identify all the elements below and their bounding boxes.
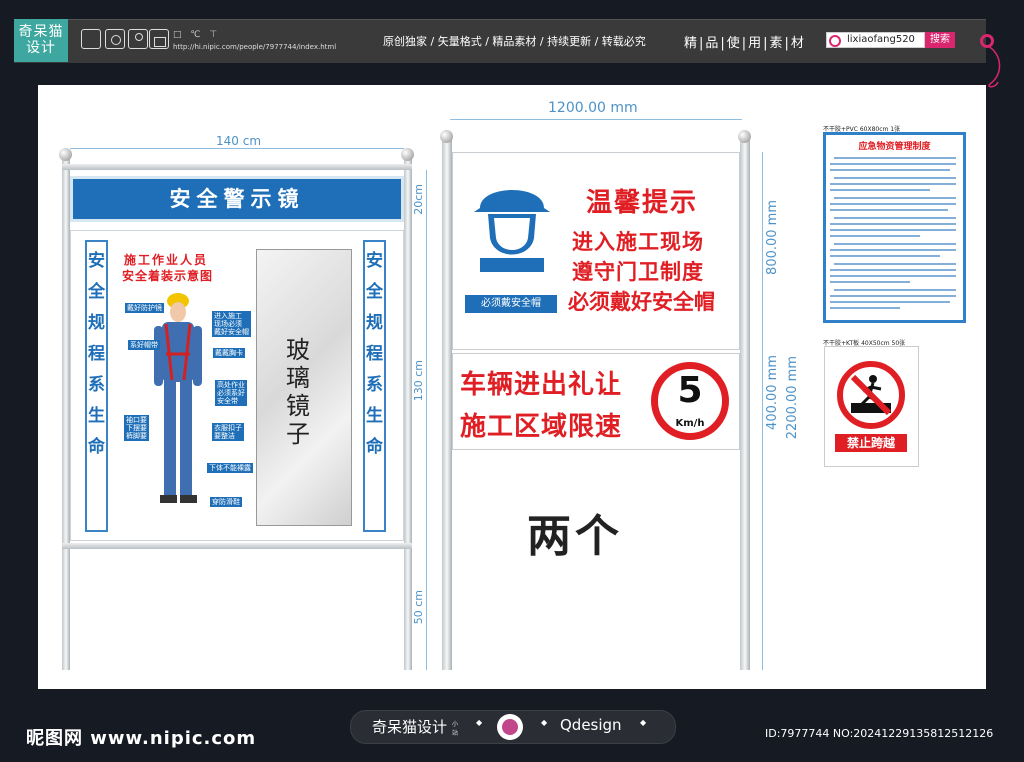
tag-string-icon [987, 45, 1001, 88]
slogan-char: 程 [366, 344, 383, 364]
dimension-50: 50 cm [412, 590, 425, 625]
callout-helmet: 进入施工 现场必须 戴好安全帽 [212, 311, 251, 337]
dimension-line-vertical [762, 152, 763, 670]
dimension-400: 400.00 mm [765, 355, 780, 430]
sign-pole-left [442, 140, 452, 670]
person-icon[interactable] [128, 29, 148, 49]
sign-pole-right [740, 140, 750, 670]
speed-line-1: 车辆进出礼让 [460, 370, 623, 400]
profile-url[interactable]: http://hi.nipic.com/people/7977744/index… [173, 43, 336, 51]
diamond-icon: ◆ [476, 718, 483, 727]
logo-line-2: 设计 [26, 40, 56, 56]
helmet-label: 必须戴安全帽 [465, 295, 557, 313]
pole-cap [59, 148, 72, 161]
jingpin-text: 精|品|使|用|素|材 [684, 36, 806, 51]
callout-strap: 系好帽带 [128, 340, 160, 350]
gift-icon[interactable] [81, 29, 101, 49]
board1-title: 应急物资管理制度 [858, 142, 931, 152]
brand-logo[interactable]: 奇呆猫 设计 [14, 19, 68, 62]
dimension-130: 130 cm [412, 360, 425, 402]
logo-line-1: 奇呆猫 [18, 24, 64, 40]
site-watermark[interactable]: 昵图网 www.nipic.com [26, 724, 256, 750]
slogan-char: 命 [366, 437, 383, 457]
brand-badge-icon [497, 714, 523, 740]
brand-sub: 小站 [452, 721, 459, 737]
callout-cuffs: 袖口要 下摆要 裤脚要 [124, 415, 149, 441]
slogan-char: 安 [88, 251, 105, 271]
callout-goggles: 戴好防护镜 [125, 303, 164, 313]
slogan-char: 全 [88, 282, 105, 302]
slogan-char: 生 [88, 406, 105, 426]
speed-line-2: 施工区域限速 [460, 412, 623, 442]
mirror-title: 安全警示镜 [70, 176, 404, 222]
pole-left [62, 158, 70, 670]
helmet-head-icon [474, 190, 550, 272]
home-icon[interactable] [149, 29, 169, 49]
callout-shoes: 穿防滑鞋 [210, 497, 242, 507]
pole-cap [440, 130, 453, 143]
slogan-char: 系 [88, 375, 105, 395]
slogan-char: 系 [366, 375, 383, 395]
dimension-line [70, 148, 404, 149]
left-vertical-slogan: 安 全 规 程 系 生 命 [85, 240, 108, 532]
dimension-line [450, 119, 742, 120]
diamond-icon: ◆ [640, 718, 647, 727]
dimension-20: 20cm [412, 184, 425, 215]
slogan-text: 原创独家 / 矢量格式 / 精品素材 / 持续更新 / 转载必究 [383, 35, 646, 48]
warm-tip-line-3: 必须戴好安全帽 [568, 290, 715, 314]
callout-harness: 高处作业 必须系好 安全带 [215, 380, 247, 406]
quantity-note: 两个 [527, 511, 623, 562]
warm-tip-title: 温馨提示 [586, 188, 699, 218]
right-vertical-slogan: 安 全 规 程 系 生 命 [363, 240, 386, 532]
pole-cap [738, 130, 751, 143]
dimension-line-vertical [426, 170, 427, 670]
dimension-width: 140 cm [216, 134, 262, 148]
board2-label: 禁止跨越 [835, 434, 907, 452]
slogan-char: 程 [88, 344, 105, 364]
slogan-char: 命 [88, 437, 105, 457]
callout-buttons: 衣服扣子 要整洁 [212, 423, 244, 441]
toolbar-small-icons: □ ℃ ⊤ [173, 30, 221, 40]
callout-exposed: 下体不能裸露 [207, 463, 253, 473]
bottom-beam [62, 543, 412, 549]
warm-tip-line-1: 进入施工现场 [572, 230, 704, 254]
speed-unit: Km/h [675, 418, 705, 429]
glass-mirror-label: 玻璃镜子 [286, 336, 310, 448]
pole-right [404, 158, 412, 670]
crossing-figure-icon [850, 374, 892, 416]
diagram-title-1: 施工作业人员 [124, 253, 209, 267]
search-icon [829, 35, 841, 47]
brand-name: 奇呆猫设计 [372, 718, 448, 736]
worker-figure-icon [154, 293, 202, 503]
slogan-char: 安 [366, 251, 383, 271]
speed-value: 5 [677, 370, 703, 411]
slogan-char: 规 [88, 313, 105, 333]
slogan-char: 全 [366, 282, 383, 302]
diamond-icon: ◆ [541, 718, 548, 727]
image-id: ID:7977744 NO:20241229135812512126 [765, 727, 994, 740]
dimension-2200: 2200.00 mm [785, 356, 800, 440]
top-beam [62, 164, 412, 170]
callout-badge: 戴戴胸卡 [213, 348, 245, 358]
qdesign-label: Qdesign [560, 716, 622, 734]
slogan-char: 规 [366, 313, 383, 333]
pole-cap [401, 148, 414, 161]
dimension-800: 800.00 mm [765, 200, 780, 275]
board1-text-lines [830, 157, 956, 309]
diagram-title-2: 安全着装示意图 [122, 269, 214, 283]
slogan-char: 生 [366, 406, 383, 426]
warm-tip-line-2: 遵守门卫制度 [572, 260, 704, 284]
dimension-1200: 1200.00 mm [548, 100, 638, 116]
camera-icon[interactable] [105, 29, 125, 49]
search-button[interactable]: 搜索 [925, 32, 955, 48]
